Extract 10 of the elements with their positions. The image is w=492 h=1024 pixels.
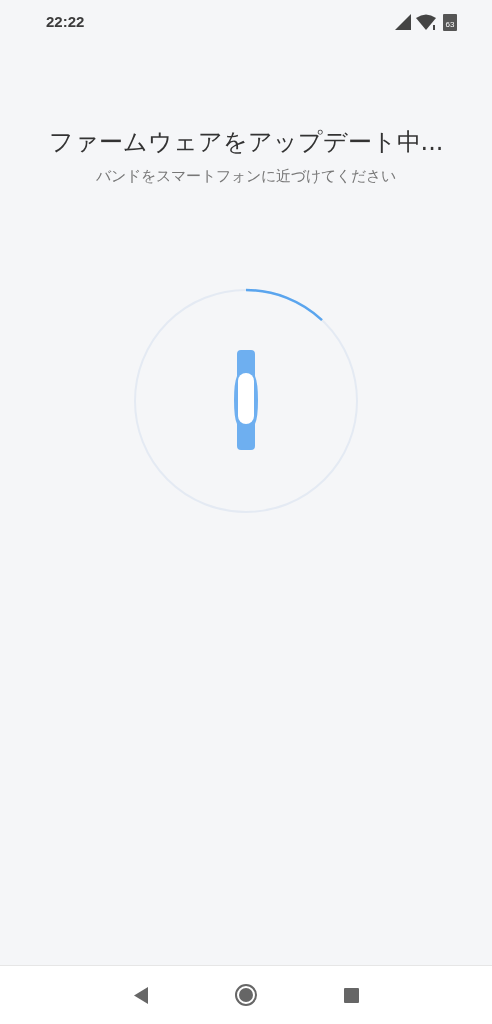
signal-icon: [395, 14, 411, 30]
recents-icon[interactable]: [343, 987, 359, 1003]
wifi-icon: [416, 13, 438, 31]
status-time: 22:22: [46, 11, 85, 32]
instruction-text: バンドをスマートフォンに近づけてください: [96, 166, 396, 187]
back-icon[interactable]: [133, 986, 148, 1004]
battery-icon: 63: [443, 13, 457, 31]
band-icon: [234, 349, 258, 450]
home-icon[interactable]: [233, 983, 258, 1007]
page-title: ファームウェアをアップデート中...: [48, 127, 444, 158]
